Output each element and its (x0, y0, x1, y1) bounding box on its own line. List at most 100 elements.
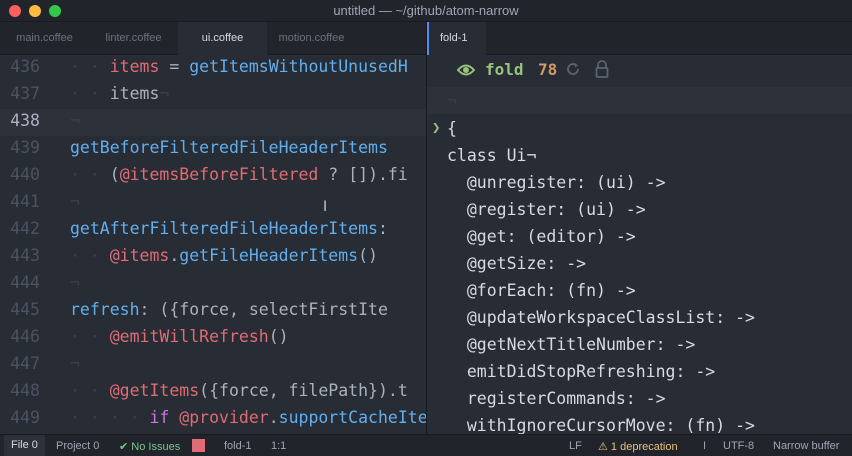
code-line[interactable]: · · items = getItemsWithoutUnusedH (70, 55, 408, 80)
code-token: ¬ (70, 354, 80, 373)
status-encoding[interactable]: UTF-8 (723, 440, 754, 452)
narrow-panel[interactable]: fold 78 ¬ ❯ {class Ui¬ @unregister: (ui)… (427, 55, 852, 434)
narrow-item[interactable]: @getSize: -> (447, 250, 586, 277)
ibeam-cursor-icon: I (323, 199, 328, 215)
code-token: ).fi (368, 165, 408, 184)
code-token: · · (70, 165, 110, 184)
deprecation-label: 1 deprecation (610, 441, 678, 453)
status-separator: I (703, 440, 707, 452)
code-token: () (268, 327, 289, 346)
window-title: untitled — ~/github/atom-narrow (333, 3, 519, 18)
code-line[interactable]: · · @getItems({force, filePath}).t (70, 377, 408, 404)
code-token: getBeforeFilteredFileHeaderItems (70, 138, 388, 157)
line-number[interactable]: 447 (0, 350, 40, 377)
code-line[interactable]: · · @emitWillRefresh() (70, 323, 289, 350)
check-icon: ✔ (119, 441, 132, 453)
code-token: ¬ (159, 84, 170, 103)
linter-badge-icon[interactable] (192, 439, 205, 452)
line-number[interactable]: 449 (0, 404, 40, 431)
code-line[interactable]: refresh: ({force, selectFirstIte (70, 296, 388, 323)
code-token: · · · · (70, 408, 150, 427)
line-number[interactable]: 436 (0, 55, 40, 80)
line-number[interactable]: 439 (0, 134, 40, 161)
code-line[interactable]: getBeforeFilteredFileHeaderItems (70, 134, 388, 161)
code-token: · · (70, 84, 110, 103)
code-line[interactable]: · · items¬ (70, 80, 169, 107)
code-line[interactable]: · · · · if @provider.supportCacheIte (70, 404, 426, 431)
line-number[interactable]: 446 (0, 323, 40, 350)
code-token: () (358, 246, 378, 265)
status-fold-name[interactable]: fold-1 (224, 440, 252, 452)
code-token: ({force, filePath}).t (199, 381, 408, 400)
narrow-item[interactable]: @getNextTitleNumber: -> (447, 331, 696, 358)
narrow-item[interactable]: { (447, 115, 457, 142)
line-number[interactable]: 443 (0, 242, 40, 269)
tab-linter-coffee[interactable]: linter.coffee (89, 22, 178, 54)
narrow-item[interactable]: registerCommands: -> (447, 385, 666, 412)
line-number[interactable]: 441 (0, 188, 40, 215)
line-number[interactable]: 440 (0, 161, 40, 188)
code-line[interactable]: getAfterFilteredFileHeaderItems: (70, 215, 388, 242)
line-number[interactable]: 444 (0, 269, 40, 296)
status-grammar[interactable]: Narrow buffer (773, 440, 839, 452)
status-cursor-position[interactable]: 1:1 (271, 440, 286, 452)
line-number[interactable]: 448 (0, 377, 40, 404)
narrow-item[interactable]: @forEach: (fn) -> (447, 277, 636, 304)
code-token: getAfterFilteredFileHeaderItems (70, 219, 378, 238)
status-no-issues[interactable]: ✔ No Issues (119, 440, 180, 453)
status-file-issues[interactable]: File 0 (4, 435, 45, 456)
code-token: @getItems (109, 381, 200, 400)
code-token: supportCacheIte (278, 408, 426, 427)
code-line[interactable]: ¬ (70, 188, 80, 215)
status-deprecation[interactable]: ⚠ 1 deprecation (598, 440, 678, 453)
code-token: . (268, 408, 279, 427)
no-issues-label: No Issues (131, 441, 181, 453)
code-token: · · (70, 381, 110, 400)
tab-motion-coffee[interactable]: motion.coffee (267, 22, 356, 54)
code-line[interactable]: · · (@itemsBeforeFiltered ? []).fi (70, 161, 408, 188)
code-token: @items (109, 246, 170, 265)
status-line-ending[interactable]: LF (569, 440, 582, 452)
code-editor[interactable]: 436 437 438 439 440 441 442 443 444 445 446 447 448 4… (0, 55, 426, 434)
query-input[interactable]: ¬ (447, 87, 457, 114)
narrow-item[interactable]: @get: (editor) -> (447, 223, 636, 250)
tab-ui-coffee[interactable]: ui.coffee (178, 22, 267, 55)
lock-icon[interactable] (595, 60, 609, 78)
current-line-highlight (0, 109, 426, 136)
narrow-item[interactable]: withIgnoreCursorMove: (fn) -> (447, 412, 755, 434)
code-token: · · (70, 57, 110, 76)
code-line[interactable]: ¬ (70, 107, 80, 134)
line-number[interactable]: 438 (0, 107, 40, 134)
tab-fold-1[interactable]: fold-1 (427, 22, 486, 55)
left-tab-bar: main.coffee linter.coffee ui.coffee moti… (0, 22, 426, 55)
code-token: getItemsWithoutUnusedH (189, 57, 408, 76)
code-line[interactable]: · · @items.getFileHeaderItems() (70, 242, 378, 269)
eye-icon[interactable] (457, 63, 475, 77)
code-token: : ({force, selectFirstIte (139, 300, 388, 319)
code-token: @emitWillRefresh (109, 327, 269, 346)
code-line[interactable]: ¬ (70, 269, 80, 296)
line-number[interactable]: 445 (0, 296, 40, 323)
narrow-provider-label: fold (485, 60, 524, 79)
title-bar: untitled — ~/github/atom-narrow (0, 0, 852, 22)
code-token: ¬ (70, 273, 80, 292)
narrow-item[interactable]: emitDidStopRefreshing: -> (447, 358, 715, 385)
code-line[interactable]: ¬ (70, 350, 80, 377)
code-token: : (377, 219, 388, 238)
line-number[interactable]: 442 (0, 215, 40, 242)
item-count: 78 (538, 60, 558, 79)
narrow-item[interactable]: class Ui¬ (447, 142, 536, 169)
code-token: [] (348, 165, 369, 184)
line-number-gutter[interactable]: 436 437 438 439 440 441 442 443 444 445 446 447 448 4… (0, 55, 60, 434)
code-token: · · (70, 246, 110, 265)
refresh-icon[interactable] (565, 61, 581, 77)
tab-main-coffee[interactable]: main.coffee (0, 22, 89, 54)
narrow-item[interactable]: @updateWorkspaceClassList: -> (447, 304, 755, 331)
status-project-issues[interactable]: Project 0 (56, 440, 99, 452)
narrow-item[interactable]: @register: (ui) -> (447, 196, 646, 223)
narrow-item[interactable]: @unregister: (ui) -> (447, 169, 666, 196)
narrow-prompt-bar: fold 78 (427, 55, 852, 87)
line-number[interactable]: 437 (0, 80, 40, 107)
code-token: items (109, 84, 160, 103)
narrow-query-line[interactable]: ¬ (427, 87, 852, 114)
